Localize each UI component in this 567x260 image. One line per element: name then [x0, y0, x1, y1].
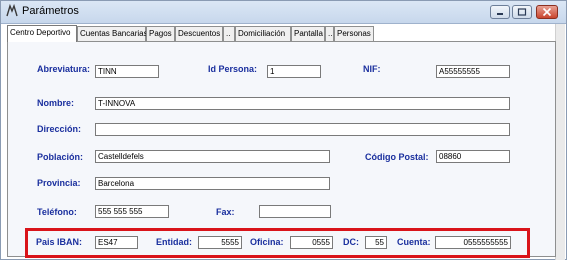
tab-pantalla[interactable]: Pantalla [291, 26, 325, 41]
tab-label: Cuentas Bancarias [80, 29, 148, 38]
tab-label: Pantalla [294, 29, 323, 38]
cuenta-label: Cuenta: [397, 237, 431, 247]
nif-label: NIF: [363, 64, 381, 74]
poblacion-label: Población: [37, 152, 84, 162]
dc-field[interactable]: 55 [365, 236, 387, 249]
codigo-postal-label: Código Postal: [365, 152, 429, 162]
dc-label: DC: [343, 237, 359, 247]
direccion-label: Dirección: [37, 124, 82, 134]
codigo-postal-field[interactable]: 08860 [436, 150, 510, 163]
oficina-field[interactable]: 0555 [290, 236, 333, 249]
tab-label: .. [226, 29, 231, 38]
tab-centro-deportivo[interactable]: Centro Deportivo [7, 25, 77, 42]
tab-more-2[interactable]: .. [325, 26, 334, 41]
nombre-label: Nombre: [37, 98, 75, 108]
window-title: Parámetros [22, 5, 79, 17]
id-persona-label: Id Persona: [208, 64, 258, 74]
pais-iban-label: Pais IBAN: [36, 237, 83, 247]
minimize-icon [497, 13, 503, 15]
tab-label: Descuentos [178, 29, 221, 38]
tab-label: Personas [337, 29, 371, 38]
tab-more-1[interactable]: .. [223, 26, 235, 41]
abreviatura-field[interactable]: TINN [95, 65, 159, 78]
restore-icon [517, 8, 527, 16]
poblacion-field[interactable]: Castelldefels [95, 150, 330, 163]
title-bar[interactable]: Parámetros [1, 1, 566, 24]
provincia-field[interactable]: Barcelona [95, 177, 330, 190]
nif-field[interactable]: A55555555 [436, 65, 510, 78]
tab-label: Domiciliación [238, 29, 286, 38]
tab-descuentos[interactable]: Descuentos [175, 26, 223, 41]
app-icon [6, 4, 18, 17]
parametros-window: Parámetros Centro Deportivo Cuentas Banc… [0, 0, 567, 260]
tab-personas[interactable]: Personas [334, 26, 374, 41]
tab-pagos[interactable]: Pagos [146, 26, 175, 41]
id-persona-field[interactable]: 1 [267, 65, 321, 78]
close-icon [542, 7, 552, 17]
fax-label: Fax: [216, 207, 235, 217]
telefono-label: Teléfono: [37, 207, 77, 217]
direccion-field[interactable] [95, 123, 510, 136]
cuenta-field[interactable]: 0555555555 [435, 236, 511, 249]
abreviatura-label: Abreviatura: [37, 64, 91, 74]
entidad-field[interactable]: 5555 [198, 236, 242, 249]
maximize-button[interactable] [512, 5, 532, 19]
tab-label: Centro Deportivo [10, 28, 71, 37]
minimize-button[interactable] [490, 5, 510, 19]
tab-cuentas-bancarias[interactable]: Cuentas Bancarias [77, 26, 148, 41]
tab-label: .. [328, 29, 333, 38]
entidad-label: Entidad: [156, 237, 192, 247]
fax-field[interactable] [259, 205, 331, 218]
oficina-label: Oficina: [250, 237, 284, 247]
tab-label: Pagos [149, 29, 172, 38]
nombre-field[interactable]: T-INNOVA [95, 97, 510, 110]
close-button[interactable] [536, 5, 558, 19]
pais-iban-field[interactable]: ES47 [95, 236, 138, 249]
telefono-field[interactable]: 555 555 555 [95, 205, 169, 218]
tab-domiciliacion[interactable]: Domiciliación [235, 26, 291, 41]
vertical-scrollbar[interactable] [555, 24, 565, 260]
provincia-label: Provincia: [37, 178, 81, 188]
